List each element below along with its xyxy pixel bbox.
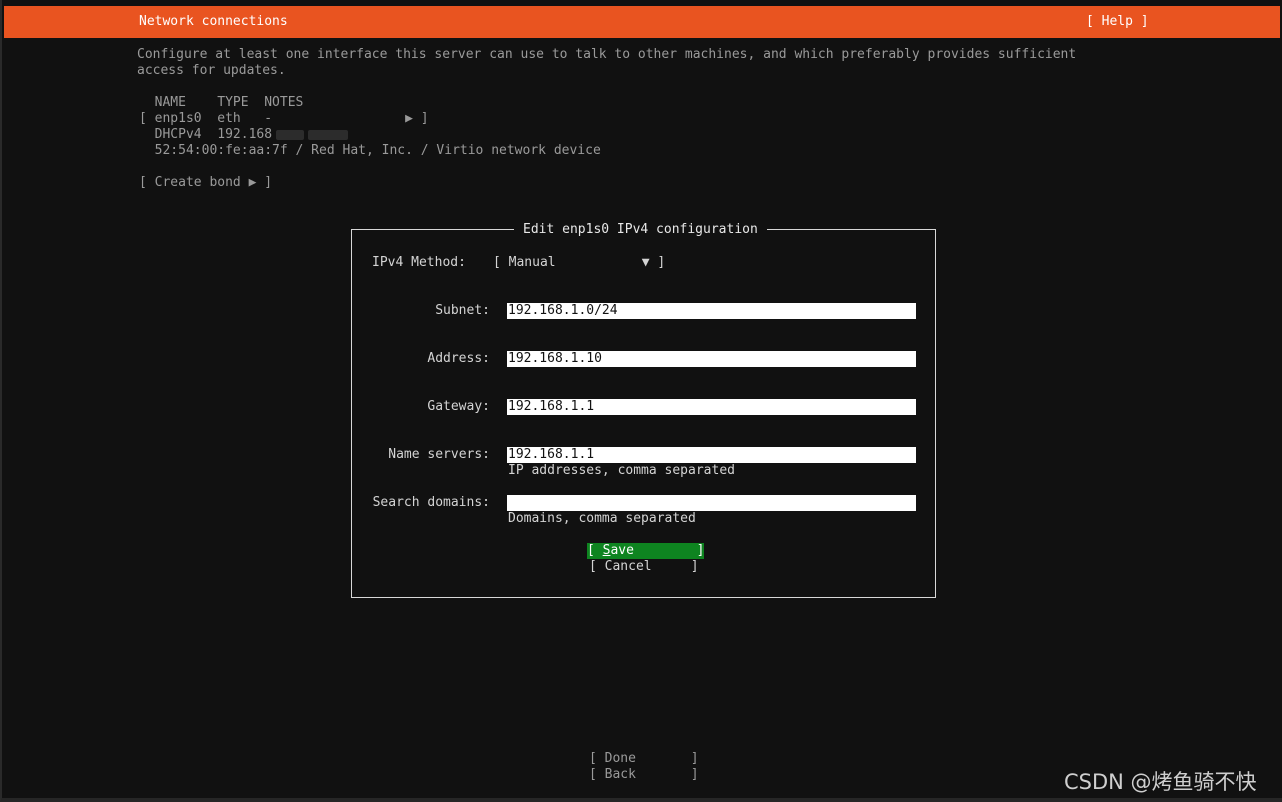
ipv4-method-label: IPv4 Method: [372, 255, 466, 270]
gateway-input[interactable]: 192.168.1.1 [507, 399, 916, 415]
create-bond-button[interactable]: [ Create bond ▶ ] [139, 175, 272, 191]
interface-row-enp1s0[interactable]: [ enp1s0 eth - ▶ ] [139, 111, 429, 127]
search-domains-hint: Domains, comma separated [508, 511, 696, 526]
watermark: CSDN @烤鱼骑不快 [1064, 770, 1257, 794]
name-servers-label: Name servers: [388, 447, 490, 462]
interfaces-column-headers: NAME TYPE NOTES [139, 95, 304, 110]
gateway-label: Gateway: [427, 399, 490, 414]
dhcp-address-text: DHCPv4 192.168 [139, 127, 273, 142]
save-label: ave [610, 543, 634, 558]
save-button[interactable]: [ Save ] [587, 543, 705, 559]
description-line-2: access for updates. [137, 63, 286, 78]
save-open-bracket: [ [587, 543, 603, 558]
cancel-button[interactable]: [ Cancel ] [589, 559, 699, 575]
save-close-bracket: ] [633, 543, 705, 558]
subnet-input[interactable]: 192.168.1.0/24 [507, 303, 916, 319]
name-servers-input[interactable]: 192.168.1.1 [507, 447, 916, 463]
search-domains-input[interactable] [507, 495, 916, 511]
address-label: Address: [427, 351, 490, 366]
done-button[interactable]: [ Done ] [589, 751, 699, 767]
description-line-1: Configure at least one interface this se… [137, 47, 1077, 62]
back-button[interactable]: [ Back ] [589, 767, 699, 783]
title-bar: Network connections [ Help ] [4, 6, 1280, 38]
redacted-block [276, 129, 305, 140]
help-button[interactable]: [ Help ] [1086, 14, 1149, 29]
installer-screen: Network connections [ Help ] Configure a… [0, 0, 1282, 802]
dialog-title: Edit enp1s0 IPv4 configuration [514, 222, 767, 237]
address-input[interactable]: 192.168.1.10 [507, 351, 916, 367]
name-servers-hint: IP addresses, comma separated [508, 463, 735, 478]
ipv4-method-select[interactable]: [ Manual ▼ ] [493, 255, 665, 271]
ipv4-config-dialog: Edit enp1s0 IPv4 configuration IPv4 Meth… [351, 222, 936, 598]
subnet-label: Subnet: [435, 303, 490, 318]
redacted-block [308, 129, 349, 140]
search-domains-label: Search domains: [372, 495, 490, 510]
page-title: Network connections [139, 14, 288, 29]
interface-dhcp-line: DHCPv4 192.168 [139, 127, 349, 143]
interface-device-info: 52:54:00:fe:aa:7f / Red Hat, Inc. / Virt… [139, 143, 601, 158]
